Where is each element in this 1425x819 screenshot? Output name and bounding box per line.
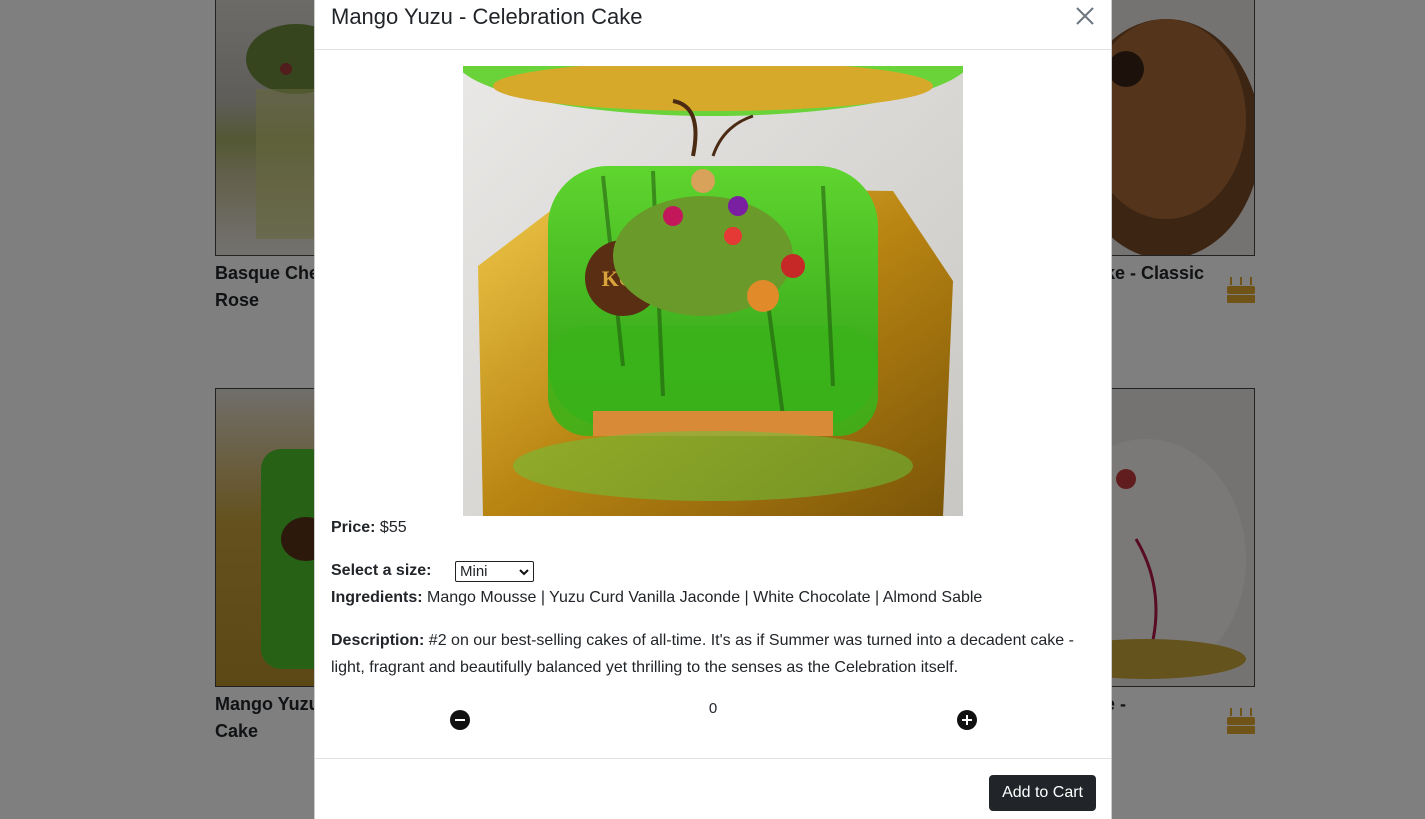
ingredients-value: Mango Mousse | Yuzu Curd Vanilla Jaconde… [427,589,983,606]
size-label: Select a size: [331,562,432,579]
quantity-value: 0 [708,700,718,717]
modal-body: KOI Price: $55 Select a size: Mini [315,50,1111,758]
description-label: Description: [331,632,425,649]
size-select[interactable]: Mini [455,561,534,582]
cake-photo: KOI [463,66,963,516]
modal-footer: Add to Cart [315,758,1111,819]
price-row: Price: $55 [331,514,407,541]
price-value: $55 [379,519,407,536]
close-icon[interactable] [1073,4,1097,28]
description-row: Description: #2 on our best-selling cake… [331,627,1081,681]
size-row: Select a size: [331,557,432,584]
increase-quantity-button[interactable] [957,710,977,730]
product-image: KOI [463,66,963,516]
price-label: Price: [331,519,376,536]
chevron-down-icon [519,568,529,575]
size-selected-value: Mini [460,563,488,580]
modal-title: Mango Yuzu - Celebration Cake [331,4,643,29]
decrease-quantity-button[interactable] [450,710,470,730]
ingredients-row: Ingredients: Mango Mousse | Yuzu Curd Va… [331,584,982,611]
ingredients-label: Ingredients: [331,589,423,606]
product-modal: Mango Yuzu - Celebration Cake Price: $55… [314,0,1112,819]
modal-header: Mango Yuzu - Celebration Cake [315,0,1111,50]
add-to-cart-button[interactable]: Add to Cart [989,775,1096,811]
description-value: #2 on our best-selling cakes of all-time… [331,632,1074,676]
